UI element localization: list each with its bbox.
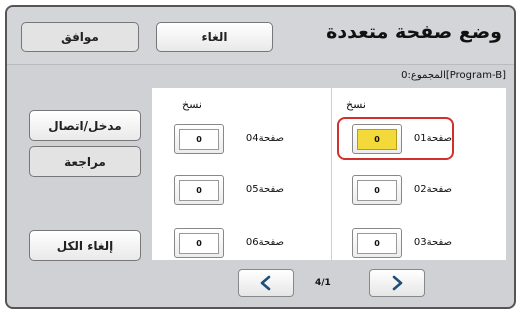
page-indicator: 4/1 <box>315 278 331 288</box>
clear-all-label: إلغاء الكل <box>56 238 114 253</box>
page-06-copies[interactable]: 0 <box>174 228 224 258</box>
page-05-copies-value: 0 <box>179 179 219 201</box>
page-03-copies-value: 0 <box>357 232 397 254</box>
page-02-copies[interactable]: 0 <box>352 175 402 205</box>
column-divider <box>331 88 332 260</box>
page-04-copies-value: 0 <box>179 128 219 150</box>
chevron-left-icon <box>260 275 271 291</box>
review-button[interactable]: مراجعة <box>29 146 141 177</box>
chevron-right-icon <box>392 275 403 291</box>
clear-all-button[interactable]: إلغاء الكل <box>29 230 141 261</box>
ok-button[interactable]: موافق <box>21 22 139 52</box>
page-06-copies-value: 0 <box>179 232 219 254</box>
pages-panel: نسخ نسخ 0 صفحة04 0 صفحة05 0 صفحة06 0 صفح… <box>152 88 506 260</box>
page-02-copies-value: 0 <box>357 179 397 201</box>
page-04-label: صفحة04 <box>245 133 284 144</box>
cancel-button-label: الغاء <box>201 30 228 44</box>
page-03-copies[interactable]: 0 <box>352 228 402 258</box>
entry-connect-button[interactable]: مدخل/اتصال <box>29 110 141 141</box>
page-06-label: صفحة06 <box>245 237 284 248</box>
cancel-button[interactable]: الغاء <box>156 22 273 52</box>
prev-page-button[interactable] <box>238 269 294 297</box>
page-04-copies[interactable]: 0 <box>174 124 224 154</box>
title-bar: موافق الغاء وضع صفحة متعددة <box>7 7 514 65</box>
review-label: مراجعة <box>64 154 106 169</box>
copies-header-right: نسخ <box>346 98 366 111</box>
program-total-label: [Program-B]المجموع:0 <box>401 70 506 81</box>
ok-button-label: موافق <box>61 30 99 44</box>
selected-row-highlight <box>337 117 454 160</box>
next-page-button[interactable] <box>369 269 425 297</box>
page-05-copies[interactable]: 0 <box>174 175 224 205</box>
page-03-label: صفحة03 <box>413 237 452 248</box>
page-05-label: صفحة05 <box>245 184 284 195</box>
copies-header-left: نسخ <box>182 98 202 111</box>
entry-connect-label: مدخل/اتصال <box>48 118 122 133</box>
page-title: وضع صفحة متعددة <box>326 21 502 43</box>
multi-page-mode-dialog: موافق الغاء وضع صفحة متعددة [Program-B]ا… <box>5 5 516 309</box>
page-02-label: صفحة02 <box>413 184 452 195</box>
